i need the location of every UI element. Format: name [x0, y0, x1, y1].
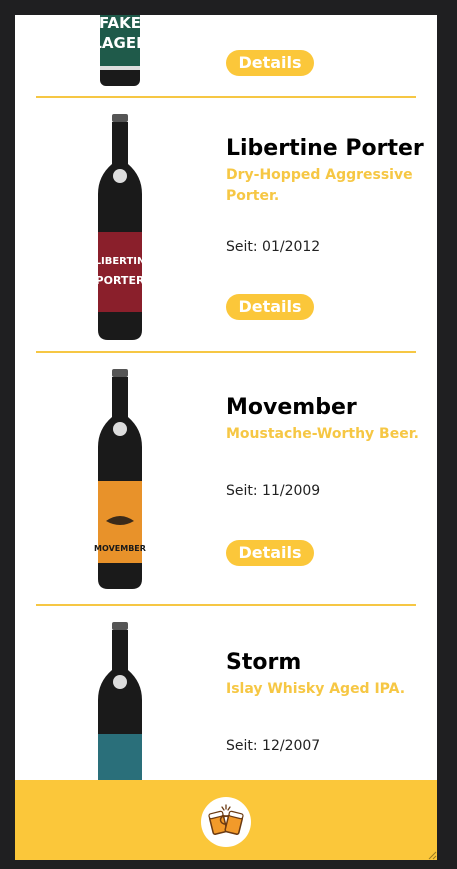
bottle-image: FAKE LAGER — [92, 15, 148, 86]
resize-grip-icon[interactable] — [425, 848, 437, 860]
app-window: FAKE LAGER Details LIBERTIN PORTER Liber… — [15, 15, 437, 860]
beer-info: Storm Islay Whisky Aged IPA. — [226, 650, 426, 700]
beer-info: Movember Moustache-Worthy Beer. — [226, 395, 426, 445]
beer-card: LIBERTIN PORTER Libertine Porter Dry-Hop… — [36, 98, 424, 353]
details-button[interactable]: Details — [226, 294, 314, 320]
bottle-image: MOVEMBER — [94, 369, 146, 589]
beer-name: Storm — [226, 650, 302, 675]
first-brewed: Seit: 01/2012 — [226, 239, 321, 255]
details-button[interactable]: Details — [226, 540, 314, 566]
svg-text:LAGER: LAGER — [92, 34, 148, 52]
bottom-nav-bar — [15, 780, 437, 860]
beer-tagline: Dry-Hopped Aggressive Porter. — [226, 167, 413, 204]
svg-text:MOVEMBER: MOVEMBER — [94, 544, 146, 553]
svg-text:LIBERTIN: LIBERTIN — [95, 256, 146, 267]
beer-tagline: Moustache-Worthy Beer. — [226, 426, 419, 442]
first-brewed: Seit: 11/2009 — [226, 483, 321, 499]
bottle-image: LIBERTIN PORTER — [95, 114, 146, 340]
beer-name: Libertine Porter — [226, 136, 424, 161]
svg-text:PORTER: PORTER — [96, 274, 145, 287]
beer-card: MOVEMBER Movember Moustache-Worthy Beer.… — [36, 353, 419, 606]
beer-card: FAKE LAGER Details — [36, 15, 416, 98]
beer-list[interactable]: FAKE LAGER Details LIBERTIN PORTER Liber… — [15, 15, 437, 860]
beer-info: Libertine Porter Dry-Hopped Aggressive P… — [226, 136, 424, 207]
details-button[interactable]: Details — [226, 50, 314, 76]
beer-name: Movember — [226, 395, 357, 420]
first-brewed: Seit: 12/2007 — [226, 738, 321, 754]
beer-mugs-icon — [208, 804, 244, 835]
home-button[interactable] — [201, 797, 251, 847]
svg-text:FAKE: FAKE — [99, 15, 141, 32]
beer-tagline: Islay Whisky Aged IPA. — [226, 681, 406, 697]
